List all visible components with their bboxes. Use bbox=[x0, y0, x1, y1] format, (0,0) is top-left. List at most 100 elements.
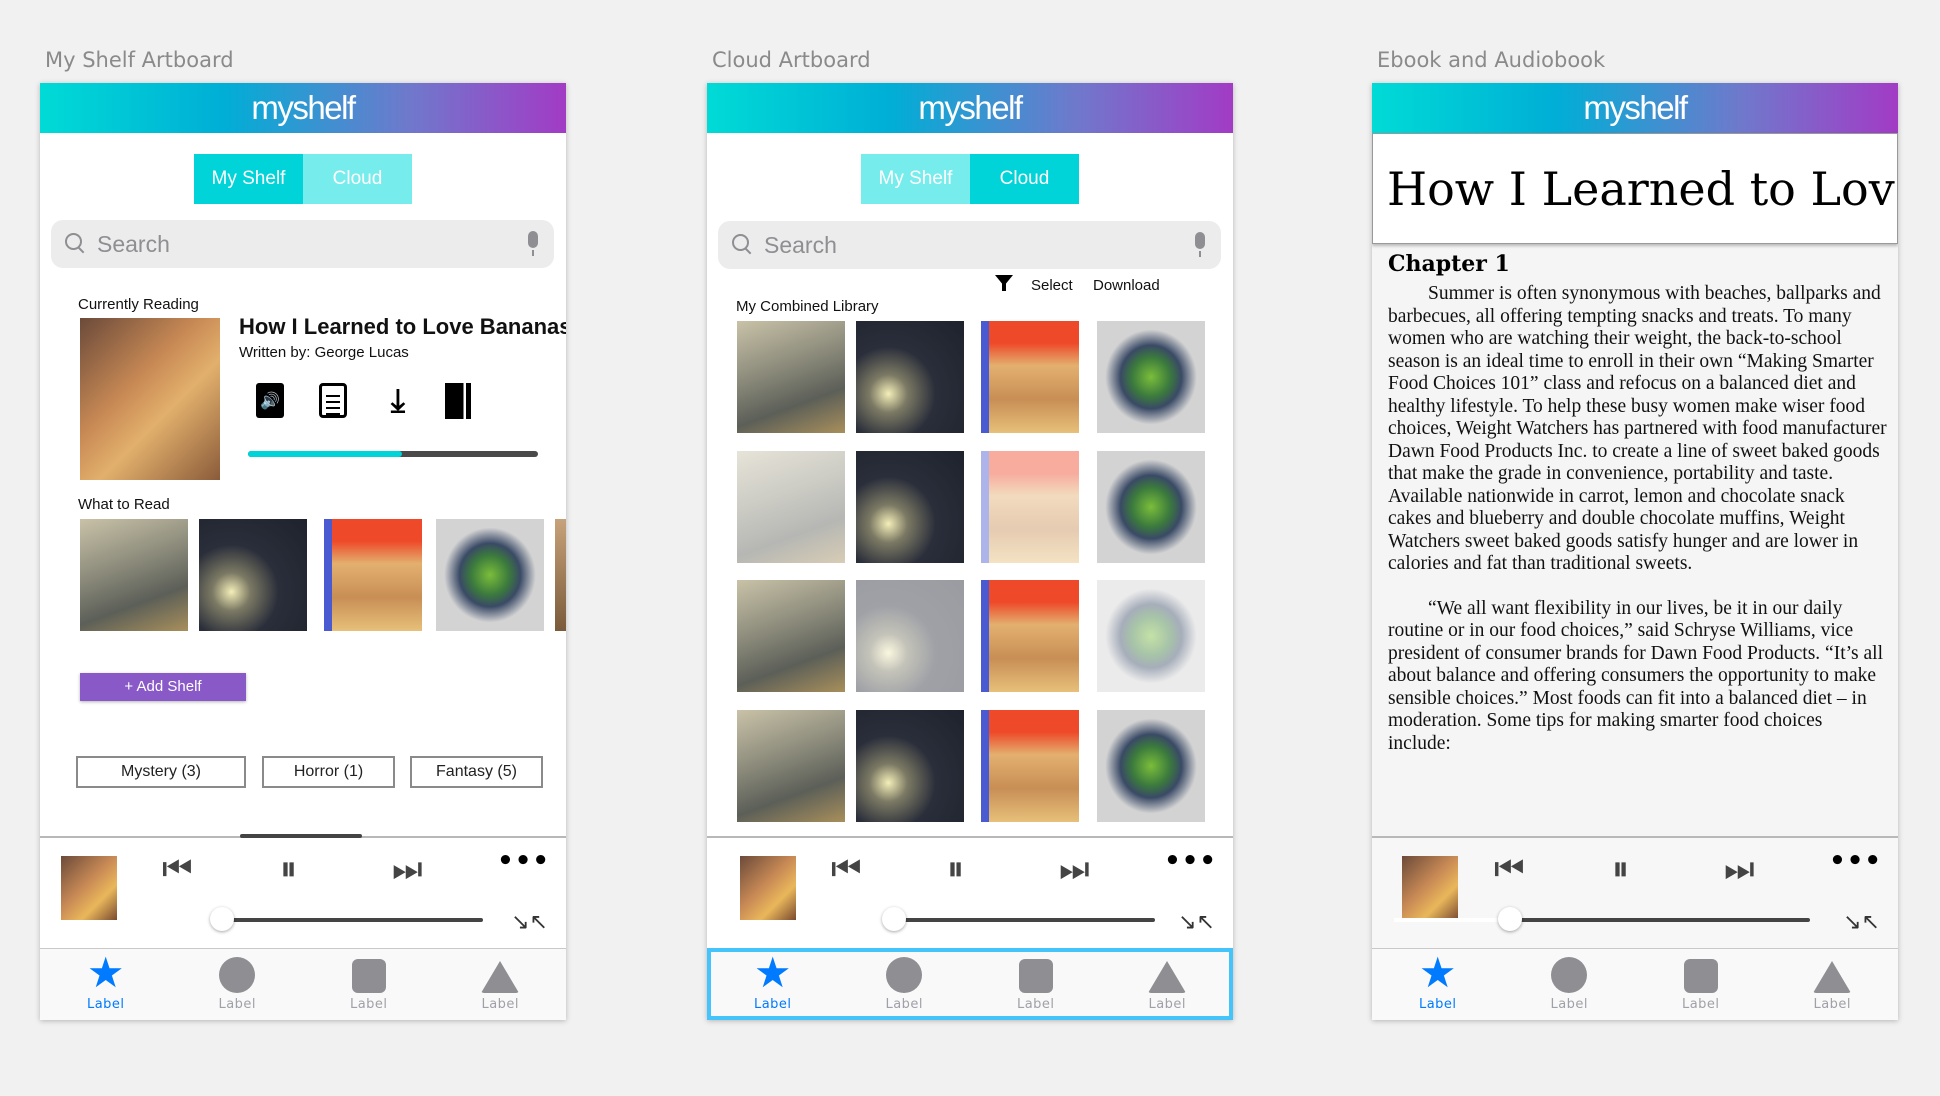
book-title[interactable]: How I Learned to Love Bananas: bbox=[239, 314, 566, 340]
playback-slider[interactable] bbox=[1394, 907, 1810, 931]
player-thumbnail[interactable] bbox=[740, 856, 796, 920]
library-book-cover[interactable] bbox=[1097, 710, 1205, 822]
more-options-icon[interactable]: ••• bbox=[1164, 846, 1217, 876]
library-book-cover[interactable] bbox=[856, 710, 964, 822]
paragraph: Summer is often synonymous with beaches,… bbox=[1388, 283, 1887, 574]
app-header: myshelf bbox=[707, 83, 1233, 133]
ebook-body[interactable]: Summer is often synonymous with beaches,… bbox=[1388, 283, 1888, 755]
genre-button-mystery[interactable]: Mystery (3) bbox=[76, 756, 246, 788]
library-book-cover[interactable] bbox=[856, 451, 964, 563]
tab-label: Label bbox=[349, 997, 388, 1012]
playback-slider[interactable] bbox=[210, 907, 483, 931]
tab-1[interactable]: ★ Label bbox=[707, 949, 839, 1020]
bookmark-icon[interactable] bbox=[445, 383, 471, 419]
segment-cloud[interactable]: Cloud bbox=[970, 154, 1079, 204]
tab-1[interactable]: ★ Label bbox=[40, 949, 172, 1020]
library-book-cover[interactable] bbox=[981, 451, 1079, 563]
mini-player: ⏮ ⏸ ⏭ ••• ↘↖ bbox=[707, 836, 1233, 948]
mini-player: ⏮ ⏸ ⏭ ••• ↘↖ bbox=[40, 834, 566, 948]
circle-icon bbox=[219, 957, 256, 993]
search-input[interactable] bbox=[764, 231, 1193, 259]
library-book-cover[interactable] bbox=[1097, 321, 1205, 433]
tab-label: Label bbox=[218, 997, 257, 1012]
pause-icon[interactable]: ⏸ bbox=[947, 852, 964, 886]
pause-icon[interactable]: ⏸ bbox=[1612, 852, 1629, 886]
tab-2[interactable]: Label bbox=[172, 949, 304, 1020]
search-icon bbox=[65, 233, 87, 255]
segment-my-shelf[interactable]: My Shelf bbox=[194, 154, 303, 204]
library-book-cover[interactable] bbox=[737, 451, 845, 563]
tab-2[interactable]: Label bbox=[839, 949, 971, 1020]
previous-track-icon[interactable]: ⏮ bbox=[162, 852, 193, 886]
library-book-cover[interactable] bbox=[737, 710, 845, 822]
player-drag-handle[interactable] bbox=[240, 834, 362, 838]
circle-icon bbox=[886, 957, 923, 993]
collapse-player-icon[interactable]: ↘↖ bbox=[1843, 910, 1880, 935]
playback-slider-knob[interactable] bbox=[882, 907, 906, 931]
download-button[interactable]: Download bbox=[1093, 277, 1160, 294]
collapse-player-icon[interactable]: ↘↖ bbox=[511, 910, 548, 935]
tab-3[interactable]: Label bbox=[303, 949, 435, 1020]
next-track-icon[interactable]: ⏭ bbox=[1059, 852, 1090, 886]
star-icon: ★ bbox=[753, 948, 792, 997]
circle-icon bbox=[1551, 957, 1588, 993]
library-book-cover[interactable] bbox=[981, 321, 1079, 433]
genre-button-fantasy[interactable]: Fantasy (5) bbox=[410, 756, 543, 788]
library-book-cover[interactable] bbox=[981, 580, 1079, 692]
combined-library-label: My Combined Library bbox=[736, 298, 879, 315]
player-thumbnail[interactable] bbox=[1402, 856, 1458, 920]
tab-4[interactable]: Label bbox=[1102, 949, 1234, 1020]
currently-reading-cover[interactable] bbox=[80, 318, 220, 480]
playback-remaining bbox=[1510, 918, 1810, 922]
library-book-cover[interactable] bbox=[737, 580, 845, 692]
playback-slider-knob[interactable] bbox=[1498, 907, 1523, 931]
book-cover[interactable] bbox=[436, 519, 544, 631]
player-thumbnail[interactable] bbox=[61, 856, 117, 920]
library-book-cover[interactable] bbox=[737, 321, 845, 433]
library-book-cover[interactable] bbox=[1097, 580, 1205, 692]
tab-3[interactable]: Label bbox=[970, 949, 1102, 1020]
tab-3[interactable]: Label bbox=[1635, 949, 1767, 1020]
pause-icon[interactable]: ⏸ bbox=[280, 852, 297, 886]
collapse-player-icon[interactable]: ↘↖ bbox=[1178, 910, 1215, 935]
library-book-cover[interactable] bbox=[856, 580, 964, 692]
audiobook-icon[interactable]: 🔊 bbox=[256, 383, 284, 418]
tab-1[interactable]: ★ Label bbox=[1372, 949, 1504, 1020]
artboard-label-shelf: My Shelf Artboard bbox=[45, 48, 234, 72]
ebook-icon[interactable] bbox=[319, 383, 347, 418]
more-options-icon[interactable]: ••• bbox=[1829, 846, 1882, 876]
add-shelf-button[interactable]: + Add Shelf bbox=[80, 673, 246, 701]
reading-progress-bar bbox=[248, 451, 538, 457]
segment-control: My Shelf Cloud bbox=[194, 154, 412, 204]
download-icon[interactable]: ⤓ bbox=[381, 383, 415, 419]
book-cover[interactable] bbox=[324, 519, 422, 631]
select-button[interactable]: Select bbox=[1031, 277, 1073, 294]
search-bar bbox=[51, 220, 554, 268]
next-track-icon[interactable]: ⏭ bbox=[1724, 852, 1755, 886]
segment-cloud[interactable]: Cloud bbox=[303, 154, 412, 204]
book-cover[interactable] bbox=[199, 519, 307, 631]
previous-track-icon[interactable]: ⏮ bbox=[831, 852, 862, 886]
more-options-icon[interactable]: ••• bbox=[497, 846, 550, 876]
tab-2[interactable]: Label bbox=[1504, 949, 1636, 1020]
triangle-icon bbox=[1148, 961, 1187, 993]
tab-label: Label bbox=[1813, 997, 1852, 1012]
microphone-icon[interactable] bbox=[1193, 232, 1207, 258]
cloud-artboard: myshelf My Shelf Cloud Select Download M… bbox=[707, 83, 1233, 1020]
tab-4[interactable]: Label bbox=[1767, 949, 1899, 1020]
library-book-cover[interactable] bbox=[1097, 451, 1205, 563]
genre-button-horror[interactable]: Horror (1) bbox=[262, 756, 395, 788]
book-cover[interactable] bbox=[80, 519, 188, 631]
star-icon: ★ bbox=[1418, 948, 1457, 997]
previous-track-icon[interactable]: ⏮ bbox=[1494, 852, 1525, 886]
book-cover-partial[interactable] bbox=[555, 519, 566, 631]
library-book-cover[interactable] bbox=[856, 321, 964, 433]
segment-my-shelf[interactable]: My Shelf bbox=[861, 154, 970, 204]
playback-slider-knob[interactable] bbox=[210, 907, 234, 931]
next-track-icon[interactable]: ⏭ bbox=[392, 852, 423, 886]
library-book-cover[interactable] bbox=[981, 710, 1079, 822]
search-input[interactable] bbox=[97, 230, 526, 258]
tab-4[interactable]: Label bbox=[435, 949, 567, 1020]
playback-slider[interactable] bbox=[882, 907, 1155, 931]
microphone-icon[interactable] bbox=[526, 231, 540, 257]
